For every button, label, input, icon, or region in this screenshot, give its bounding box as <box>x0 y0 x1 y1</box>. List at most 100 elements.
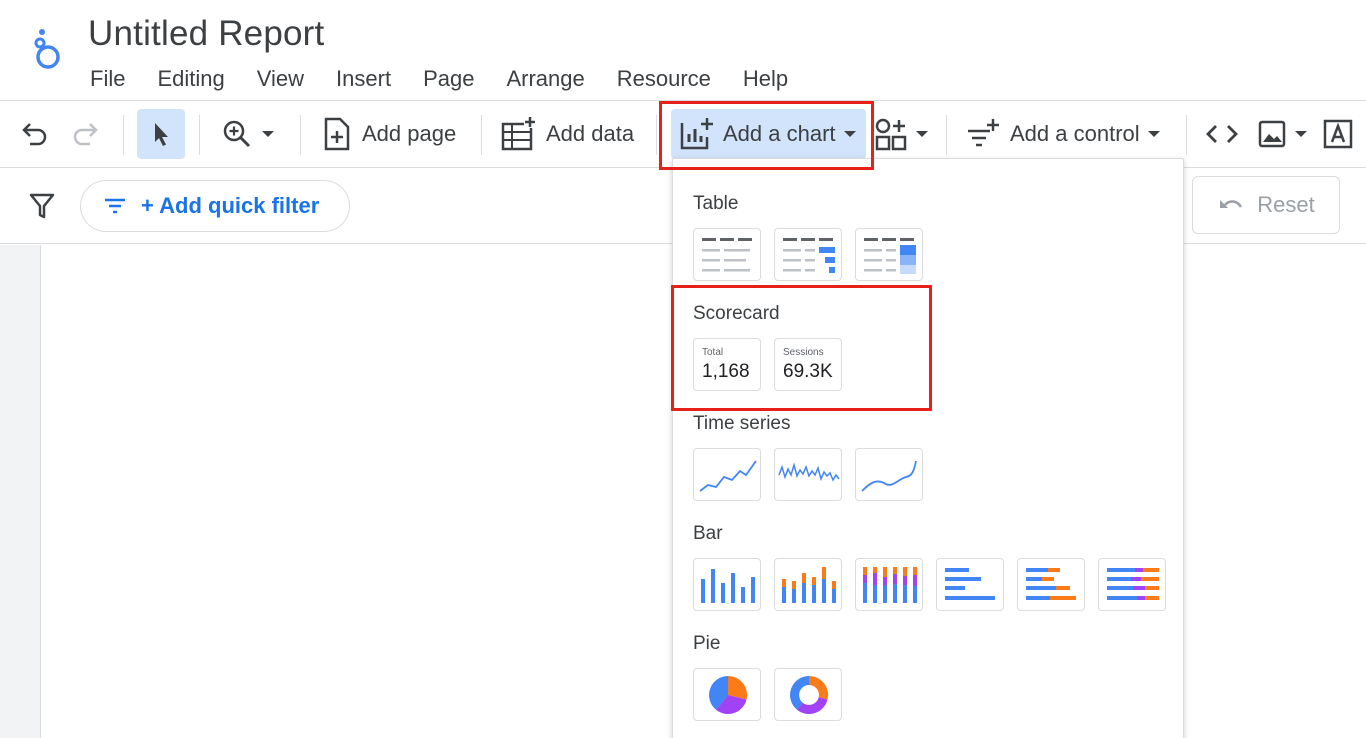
scorecard-value: 69.3K <box>783 361 833 382</box>
text-box-icon <box>1323 119 1353 149</box>
filter-icon[interactable] <box>28 192 56 220</box>
add-data-icon <box>501 116 536 151</box>
chart-option-stacked-bar[interactable] <box>1017 558 1085 611</box>
add-chart-icon <box>680 118 713 150</box>
report-editor: Untitled Report File Editing View Insert… <box>0 0 1366 738</box>
chevron-down-icon <box>262 131 274 137</box>
scorecard-label: Sessions <box>783 347 824 358</box>
bar-section-title: Bar <box>693 523 723 544</box>
table-heatmap-chart-icon <box>864 238 916 274</box>
chart-option-sparkline[interactable] <box>774 448 842 501</box>
looker-studio-logo-icon <box>34 29 60 69</box>
table-chart-icon <box>702 238 752 272</box>
toolbar-divider <box>300 115 301 155</box>
percent-stacked-column-chart-icon <box>863 567 917 603</box>
undo-button[interactable] <box>18 109 50 159</box>
chart-option-100-stacked-bar[interactable] <box>1098 558 1166 611</box>
zoom-in-icon <box>223 120 251 148</box>
toolbar-divider <box>199 115 200 155</box>
toolbar-divider <box>123 115 124 155</box>
chart-option-bar[interactable] <box>936 558 1004 611</box>
menu-insert[interactable]: Insert <box>320 64 407 94</box>
stacked-column-chart-icon <box>782 567 836 603</box>
add-chart-button[interactable]: Add a chart <box>671 109 866 159</box>
chevron-down-icon <box>1147 131 1160 137</box>
reset-icon <box>1220 200 1243 208</box>
time-series-chart-icon <box>699 460 757 492</box>
add-control-button[interactable]: Add a control <box>966 109 1162 159</box>
chart-option-100-stacked-column[interactable] <box>855 558 923 611</box>
add-quick-filter-label: + Add quick filter <box>141 193 320 218</box>
scorecard-value: 1,168 <box>702 361 750 382</box>
sparkline-chart-icon <box>778 462 840 482</box>
menu-editing[interactable]: Editing <box>141 64 240 94</box>
image-button[interactable] <box>1257 109 1309 159</box>
table-bars-chart-icon <box>783 238 835 273</box>
smoothed-time-series-chart-icon <box>861 460 917 492</box>
pie-chart-icon <box>709 675 748 715</box>
chart-option-donut[interactable] <box>774 668 842 721</box>
percent-stacked-bar-chart-icon <box>1107 568 1159 600</box>
menu-file[interactable]: File <box>74 64 141 94</box>
toolbar-divider <box>1186 115 1187 155</box>
text-box-button[interactable] <box>1322 109 1354 159</box>
chart-option-pie[interactable] <box>693 668 761 721</box>
chart-option-stacked-column[interactable] <box>774 558 842 611</box>
reset-label: Reset <box>1257 192 1315 217</box>
chevron-down-icon <box>843 131 856 137</box>
chart-option-scorecard-compact[interactable]: Sessions 69.3K <box>774 338 842 391</box>
embed-code-button[interactable] <box>1204 109 1240 159</box>
menu-resource[interactable]: Resource <box>601 64 727 94</box>
report-title[interactable]: Untitled Report <box>88 14 324 54</box>
chart-option-table-bars[interactable] <box>774 228 842 281</box>
add-control-label: Add a control <box>1010 121 1140 146</box>
redo-icon <box>73 123 98 146</box>
chart-option-time-series[interactable] <box>693 448 761 501</box>
menu-bar: File Editing View Insert Page Arrange Re… <box>74 64 804 94</box>
bar-chart-icon <box>945 568 995 600</box>
redo-button[interactable] <box>70 109 102 159</box>
add-chart-label: Add a chart <box>723 121 836 146</box>
scorecard-label: Total <box>702 347 724 358</box>
add-page-button[interactable]: Add page <box>322 109 456 159</box>
reset-button[interactable]: Reset <box>1192 176 1340 234</box>
add-data-label: Add data <box>546 121 635 146</box>
image-icon <box>1258 120 1286 148</box>
add-component-button[interactable] <box>874 109 930 159</box>
chevron-down-icon <box>916 131 928 137</box>
time-series-section-title: Time series <box>693 413 791 434</box>
toolbar-divider <box>946 115 947 155</box>
undo-icon <box>22 123 47 146</box>
menu-arrange[interactable]: Arrange <box>490 64 600 94</box>
select-tool-button[interactable] <box>137 109 185 159</box>
filter-list-icon <box>105 198 125 214</box>
chart-type-menu: Table Scorecard Total 1,168 Sessions 69.… <box>672 158 1184 738</box>
chart-option-smoothed-time-series[interactable] <box>855 448 923 501</box>
column-chart-icon <box>701 569 755 603</box>
table-section-title: Table <box>693 193 739 214</box>
chevron-down-icon <box>1295 131 1307 137</box>
add-page-label: Add page <box>362 121 457 146</box>
code-icon <box>1206 125 1238 143</box>
add-page-icon <box>324 117 350 151</box>
pie-section-title: Pie <box>693 633 721 654</box>
menu-help[interactable]: Help <box>727 64 804 94</box>
add-quick-filter-button[interactable]: + Add quick filter <box>80 180 350 232</box>
app-header: Untitled Report File Editing View Insert… <box>0 0 1366 100</box>
add-data-button[interactable]: Add data <box>500 109 634 159</box>
donut-chart-icon <box>790 675 829 715</box>
zoom-button[interactable] <box>220 109 276 159</box>
toolbar-divider <box>481 115 482 155</box>
chart-option-scorecard[interactable]: Total 1,168 <box>693 338 761 391</box>
menu-view[interactable]: View <box>241 64 320 94</box>
toolbar-divider <box>656 115 657 155</box>
scorecard-section-title: Scorecard <box>693 303 780 324</box>
cursor-icon <box>155 123 168 146</box>
stacked-bar-chart-icon <box>1026 568 1076 600</box>
add-control-icon <box>968 119 999 147</box>
menu-page[interactable]: Page <box>407 64 490 94</box>
chart-option-table-heatmap[interactable] <box>855 228 923 281</box>
shapes-icon <box>875 118 907 151</box>
chart-option-column[interactable] <box>693 558 761 611</box>
chart-option-table[interactable] <box>693 228 761 281</box>
